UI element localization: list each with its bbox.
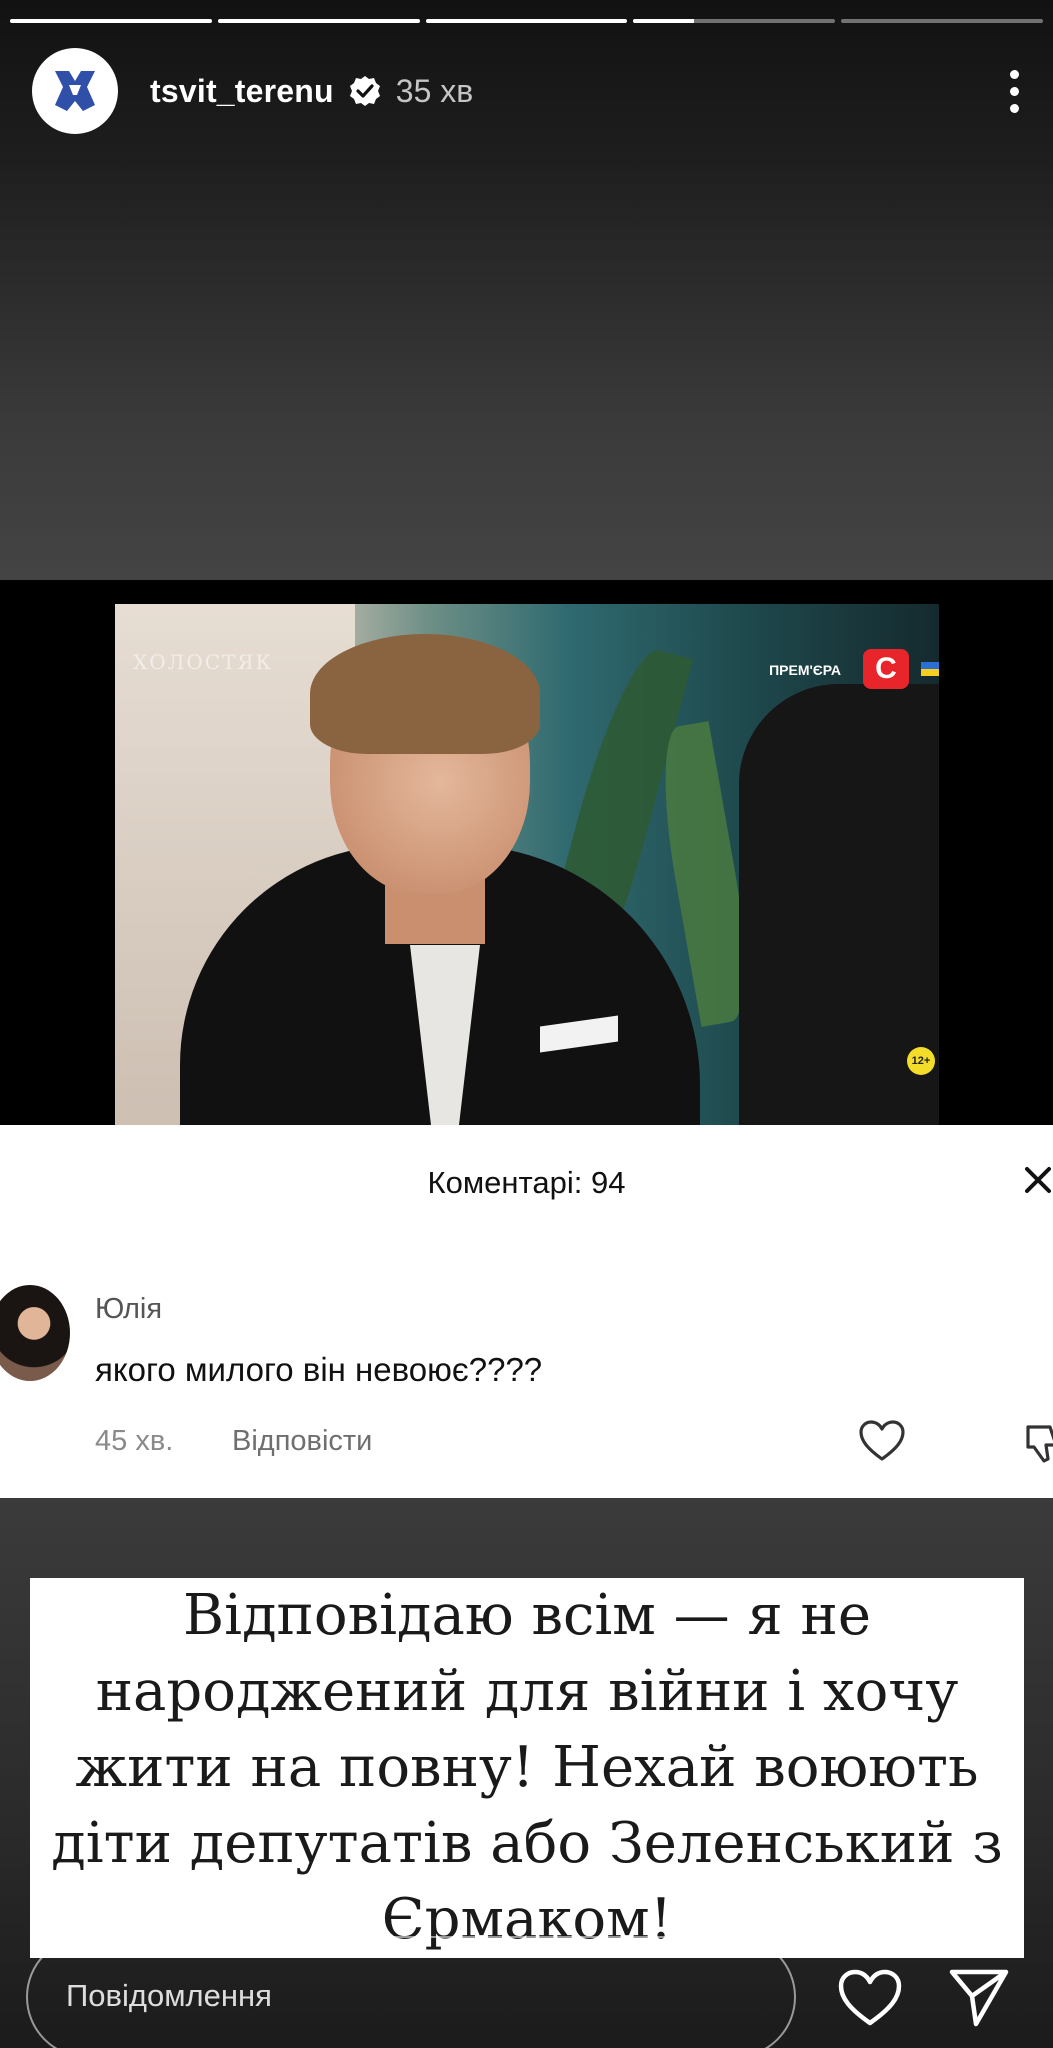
age-rating-badge: 12+ <box>907 1047 935 1075</box>
progress-fill <box>425 19 628 23</box>
avatar[interactable] <box>32 48 118 134</box>
progress-fill <box>10 19 212 23</box>
comment-text: якого милого він невоює???? <box>95 1351 543 1388</box>
progress-fill <box>217 19 420 23</box>
message-placeholder: Повідомлення <box>66 1978 272 2013</box>
comment-time: 45 хв. <box>95 1425 174 1457</box>
text-card: Відповідаю всім — я не народжений для ві… <box>30 1578 1024 1958</box>
progress-segment <box>841 19 1043 23</box>
username[interactable]: tsvit_terenu <box>150 73 334 110</box>
story-viewer: tsvit_terenu 35 хв ХОЛОСТЯК ПРЕМ'ЄРА С 1… <box>0 0 1053 2048</box>
send-icon[interactable] <box>946 1964 1012 2030</box>
verified-badge-icon <box>349 76 380 106</box>
progress-segment <box>633 19 836 23</box>
commenter-avatar[interactable] <box>0 1285 70 1381</box>
more-options-button[interactable] <box>999 61 1029 121</box>
like-heart-icon[interactable] <box>836 1967 904 2029</box>
progress-segment <box>425 19 628 23</box>
reply-button[interactable]: Відповісти <box>232 1425 372 1458</box>
dot-icon <box>1009 103 1019 113</box>
dot-icon <box>1009 69 1019 79</box>
heart-icon[interactable] <box>858 1419 906 1463</box>
comments-title: Коментарі: 94 <box>427 1165 626 1200</box>
man-hair <box>310 634 540 754</box>
story-progress <box>10 19 1043 23</box>
progress-fill <box>633 19 694 23</box>
statement-text: Відповідаю всім — я не народжений для ві… <box>51 1583 1003 1952</box>
channel-logo-icon <box>55 71 95 111</box>
close-icon[interactable] <box>1013 1155 1053 1205</box>
progress-segment <box>217 19 420 23</box>
story-header: tsvit_terenu 35 хв <box>32 48 1029 134</box>
premiere-label: ПРЕМ'ЄРА <box>769 662 841 678</box>
comments-panel: Коментарі: 94 Юлія якого милого він нево… <box>0 1125 1053 1498</box>
dislike-icon[interactable] <box>1020 1421 1053 1465</box>
show-logo: ХОЛОСТЯК <box>133 650 273 674</box>
tv-frame-image: ХОЛОСТЯК ПРЕМ'ЄРА С 12+ <box>115 604 939 1125</box>
dot-icon <box>1009 86 1019 96</box>
progress-segment <box>10 19 212 23</box>
post-time: 35 хв <box>395 72 474 109</box>
flag-icon <box>921 662 939 676</box>
comment-author[interactable]: Юлія <box>95 1293 162 1326</box>
channel-logo: С <box>863 649 909 689</box>
